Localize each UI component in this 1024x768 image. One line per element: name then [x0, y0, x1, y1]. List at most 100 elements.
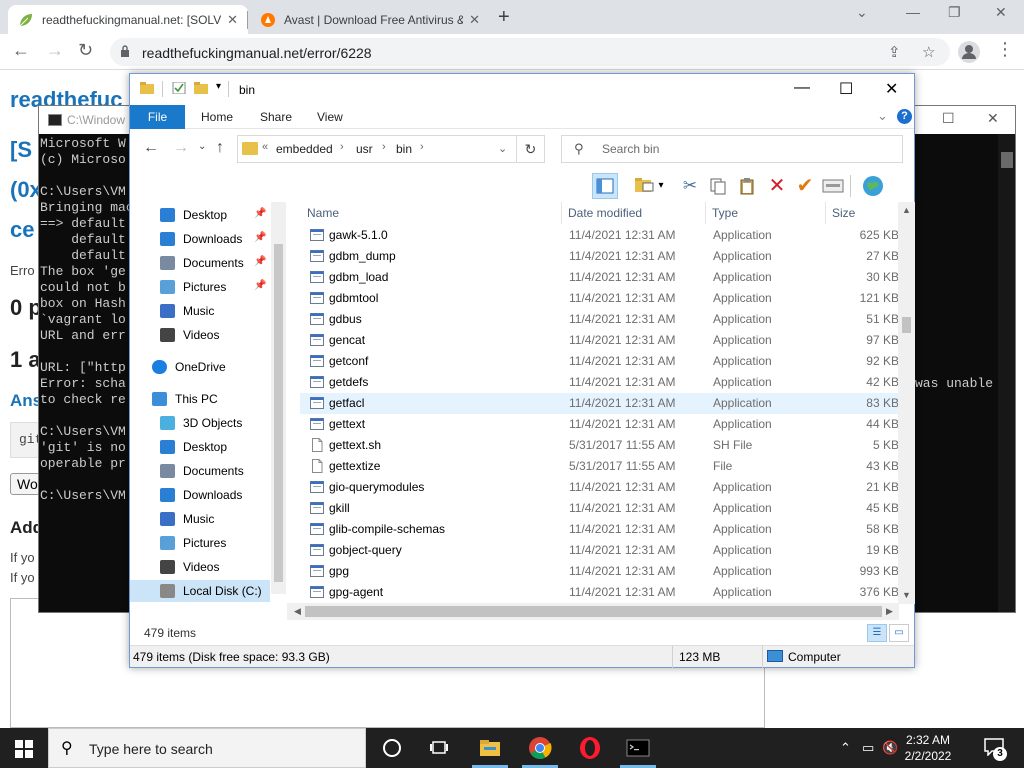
file-list-horizontal-scroll-thumb[interactable] [305, 606, 882, 617]
omnibox[interactable]: readthefuckingmanual.net/error/6228 ⇪ ☆ [110, 38, 950, 66]
nav-item-music[interactable]: Music [130, 300, 270, 322]
column-header-date-modified[interactable]: Date modified [568, 206, 642, 220]
nav-pane-scroll-thumb[interactable] [274, 244, 283, 582]
delete-x-icon[interactable]: ✕ [764, 173, 790, 199]
details-view-icon[interactable]: ☰ [867, 624, 887, 642]
browser-menu-icon[interactable]: ⋮ [996, 39, 1014, 60]
minimize-icon[interactable]: — [906, 4, 920, 20]
close-icon[interactable]: ✕ [995, 4, 1007, 21]
scroll-up-arrow-icon[interactable]: ▲ [902, 205, 911, 215]
breadcrumb-usr[interactable]: usr [356, 142, 373, 156]
file-row[interactable]: gio-querymodules 11/4/2021 12:31 AM Applic… [300, 477, 903, 498]
nav-item-local-disk-c[interactable]: Local Disk (C:) [130, 580, 270, 602]
restore-icon[interactable]: ❐ [948, 4, 961, 21]
properties-check-icon[interactable] [172, 82, 186, 94]
file-row[interactable]: getfacl 11/4/2021 12:31 AM Application 83 K… [300, 393, 903, 414]
large-icons-view-icon[interactable]: ▭ [889, 624, 909, 642]
nav-item-pictures[interactable]: Pictures [130, 532, 270, 554]
file-row[interactable]: gencat 11/4/2021 12:31 AM Application 97 KB [300, 330, 903, 351]
nav-item-videos[interactable]: Videos [130, 324, 270, 346]
console-scrollbar[interactable] [998, 134, 1015, 612]
breadcrumb-overflow[interactable]: « [262, 141, 268, 153]
copy-icon[interactable] [705, 173, 731, 199]
file-row[interactable]: gpg-agent 11/4/2021 12:31 AM Application 37… [300, 582, 903, 603]
file-list-vertical-scrollbar[interactable] [898, 202, 915, 604]
console-scroll-thumb[interactable] [1001, 152, 1013, 168]
taskbar-search-box[interactable]: ⚲ Type here to search [48, 728, 366, 768]
system-clock[interactable]: 2:32 AM 2/2/2022 [896, 732, 960, 764]
share-icon[interactable]: ⇪ [888, 43, 901, 61]
back-arrow-icon[interactable]: ← [143, 139, 159, 157]
nav-item-desktop[interactable]: Desktop 📌 [130, 204, 270, 226]
nav-item-documents[interactable]: Documents [130, 460, 270, 482]
command-prompt-taskbar-icon[interactable] [626, 736, 650, 760]
new-tab-icon[interactable]: + [498, 6, 510, 29]
bookmark-star-icon[interactable]: ☆ [922, 43, 935, 61]
scroll-right-arrow-icon[interactable]: ▶ [886, 606, 893, 617]
breadcrumb-chevron-icon[interactable]: › [420, 141, 424, 153]
explorer-minimize-icon[interactable]: — [794, 79, 810, 97]
file-row[interactable]: gdbm_load 11/4/2021 12:31 AM Application 30… [300, 267, 903, 288]
nav-item-documents[interactable]: Documents 📌 [130, 252, 270, 274]
opera-icon[interactable] [578, 736, 602, 760]
tab-search-chevron-icon[interactable]: ⌄ [856, 4, 868, 21]
properties-icon[interactable] [820, 173, 846, 199]
up-arrow-icon[interactable]: ↑ [216, 139, 224, 157]
browser-tab-readthefuckingmanual[interactable]: readthefuckingmanual.net: [SOLVE ✕ [8, 5, 248, 34]
nav-item-downloads[interactable]: Downloads [130, 484, 270, 506]
column-header-name[interactable]: Name [307, 206, 339, 220]
nav-item-pictures[interactable]: Pictures 📌 [130, 276, 270, 298]
explorer-maximize-icon[interactable]: ☐ [839, 79, 853, 99]
file-row[interactable]: getdefs 11/4/2021 12:31 AM Application 42 K… [300, 372, 903, 393]
back-icon[interactable]: ← [12, 40, 30, 61]
file-row[interactable]: gawk-5.1.0 11/4/2021 12:31 AM Application 6… [300, 225, 903, 246]
ribbon-tab-view[interactable]: View [317, 105, 343, 129]
globe-icon[interactable] [860, 173, 886, 199]
explorer-title-bar[interactable]: ▾ bin — ☐ ✕ [130, 74, 914, 105]
scroll-left-arrow-icon[interactable]: ◀ [294, 606, 301, 617]
quick-access-dropdown-icon[interactable]: ▾ [216, 81, 221, 92]
ribbon-tab-share[interactable]: Share [260, 105, 292, 129]
task-view-icon[interactable] [428, 736, 452, 760]
nav-item-desktop[interactable]: Desktop [130, 436, 270, 458]
show-hidden-icons-chevron-icon[interactable]: ⌃ [840, 740, 851, 756]
nav-item-music[interactable]: Music [130, 508, 270, 530]
column-divider[interactable] [705, 202, 706, 224]
nav-item-3d-objects[interactable]: 3D Objects [130, 412, 270, 434]
forward-arrow-icon[interactable]: → [173, 139, 189, 157]
recent-locations-icon[interactable]: ⌄ [198, 141, 206, 152]
file-row[interactable]: gpg 11/4/2021 12:31 AM Application 993 KB [300, 561, 903, 582]
refresh-icon[interactable]: ↻ [517, 135, 545, 163]
file-row[interactable]: getconf 11/4/2021 12:31 AM Application 92 K… [300, 351, 903, 372]
file-row[interactable]: gdbm_dump 11/4/2021 12:31 AM Application 27… [300, 246, 903, 267]
forward-icon[interactable]: → [46, 40, 64, 61]
console-close-icon[interactable]: ✕ [987, 110, 999, 127]
column-divider[interactable] [561, 202, 562, 224]
file-row[interactable]: gettext.sh 5/31/2017 11:55 AM SH File 5 KB [300, 435, 903, 456]
file-row[interactable]: gdbus 11/4/2021 12:31 AM Application 51 KB [300, 309, 903, 330]
chrome-icon[interactable] [528, 736, 552, 760]
address-dropdown-icon[interactable]: ⌄ [498, 142, 507, 155]
folder-options-dropdown-icon[interactable]: ▾ [654, 173, 668, 199]
tab-close-icon[interactable]: ✕ [469, 12, 480, 28]
nav-item-onedrive[interactable]: OneDrive [130, 356, 270, 378]
file-row[interactable]: gettext 11/4/2021 12:31 AM Application 44 K… [300, 414, 903, 435]
help-icon[interactable]: ? [897, 109, 912, 124]
cut-scissors-icon[interactable]: ✂ [677, 173, 703, 199]
console-maximize-icon[interactable]: ☐ [942, 110, 955, 127]
nav-item-downloads[interactable]: Downloads 📌 [130, 228, 270, 250]
address-bar[interactable]: « embedded › usr › bin › ⌄ [237, 135, 517, 163]
file-explorer-window[interactable]: ▾ bin — ☐ ✕ File Home Share View ⌄ ? ← →… [129, 73, 915, 668]
file-row[interactable]: gettextize 5/31/2017 11:55 AM File 43 KB [300, 456, 903, 477]
column-header-size[interactable]: Size [832, 206, 855, 220]
windows-start-icon[interactable] [15, 740, 33, 758]
breadcrumb-embedded[interactable]: embedded [276, 142, 333, 156]
cortana-icon[interactable] [380, 736, 404, 760]
breadcrumb-chevron-icon[interactable]: › [340, 141, 344, 153]
scroll-down-arrow-icon[interactable]: ▼ [902, 590, 911, 600]
file-row[interactable]: gobject-query 11/4/2021 12:31 AM Applicati… [300, 540, 903, 561]
file-row[interactable]: glib-compile-schemas 11/4/2021 12:31 AM Ap… [300, 519, 903, 540]
breadcrumb-bin[interactable]: bin [396, 142, 412, 156]
breadcrumb-chevron-icon[interactable]: › [382, 141, 386, 153]
network-icon[interactable]: ▭ [862, 740, 874, 756]
